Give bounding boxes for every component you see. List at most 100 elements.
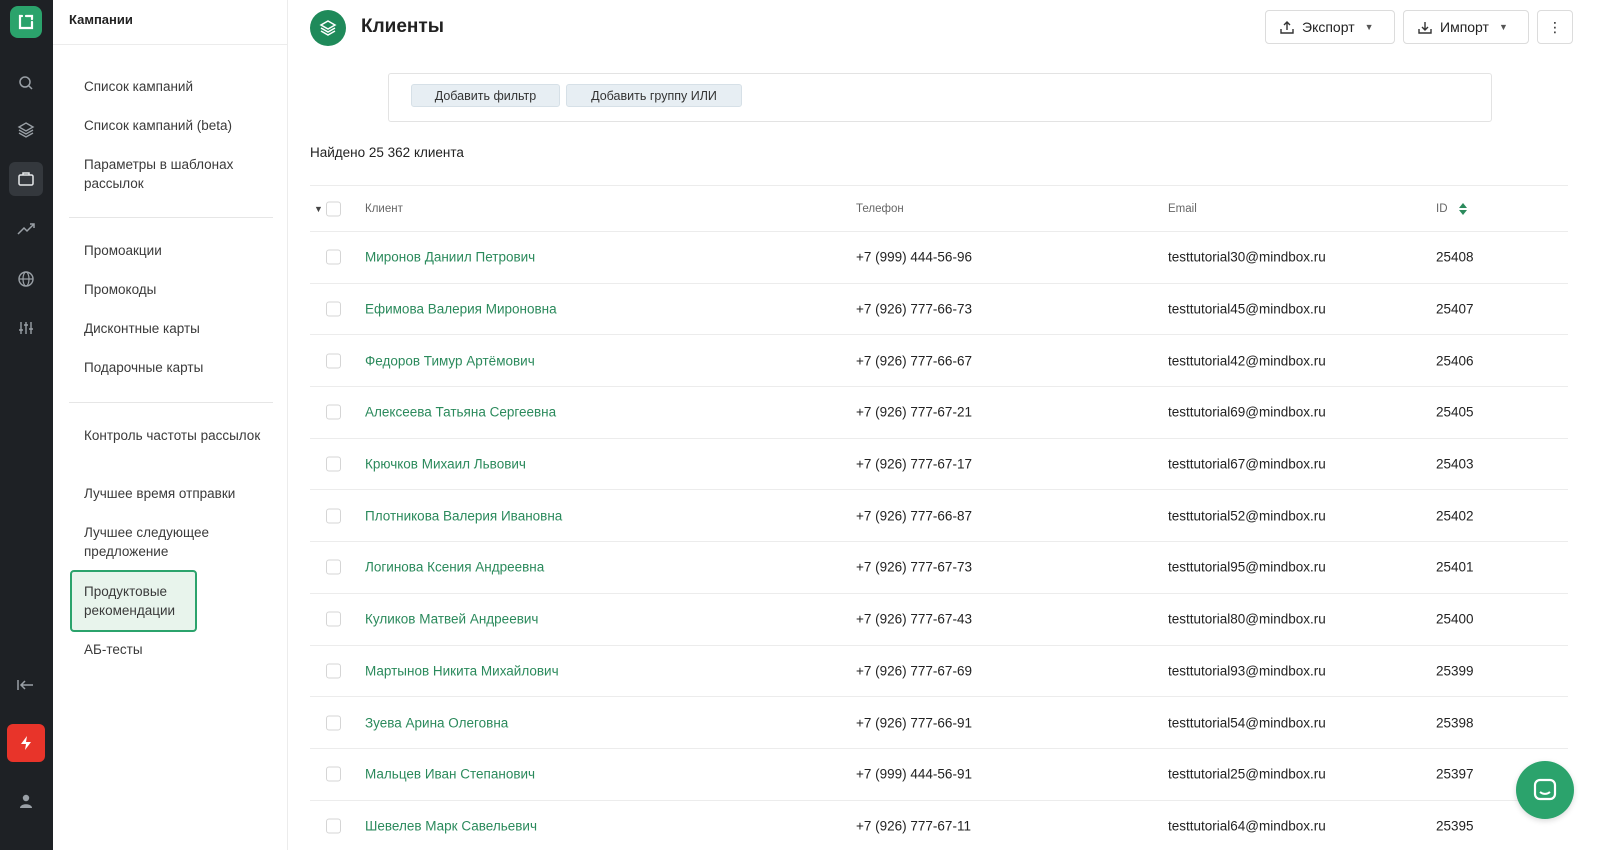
client-id: 25402 [1436,508,1474,524]
more-icon: ⋮ [1548,18,1562,35]
sidebar-item-gift-cards[interactable]: Подарочные карты [84,358,264,377]
client-email: testtutorial45@mindbox.ru [1168,301,1326,317]
table-row[interactable]: Плотникова Валерия Ивановна +7 (926) 777-… [310,490,1568,543]
chat-icon [1533,778,1557,801]
client-name-link[interactable]: Крючков Михаил Львович [365,457,526,472]
sidebar-item-promotions[interactable]: Промоакции [84,241,264,260]
client-id: 25406 [1436,353,1474,369]
client-phone: +7 (926) 777-66-87 [856,508,972,524]
sidebar-item-template-params[interactable]: Параметры в шаблонах рассылок [84,155,264,193]
add-or-group-button[interactable]: Добавить группу ИЛИ [566,84,742,107]
row-checkbox[interactable] [326,611,341,627]
client-phone: +7 (926) 777-67-73 [856,559,972,575]
client-phone: +7 (926) 777-66-73 [856,301,972,317]
client-name-link[interactable]: Куликов Матвей Андреевич [365,612,538,627]
sort-icon[interactable] [1458,202,1467,215]
client-name-link[interactable]: Ефимова Валерия Мироновна [365,302,557,317]
user-icon[interactable] [9,784,43,818]
table-row[interactable]: Зуева Арина Олеговна +7 (926) 777-66-91 te… [310,697,1568,749]
export-label: Экспорт [1302,19,1355,35]
sidebar-item-campaign-list-beta[interactable]: Список кампаний (beta) [84,116,264,135]
client-name-link[interactable]: Плотникова Валерия Ивановна [365,508,562,523]
clients-page-icon [310,10,346,46]
table-row[interactable]: Куликов Матвей Андреевич +7 (926) 777-67-… [310,594,1568,646]
client-name-link[interactable]: Мальцев Иван Степанович [365,767,535,782]
row-checkbox[interactable] [326,715,341,731]
chat-widget-button[interactable] [1516,761,1574,819]
client-name-link[interactable]: Мартынов Никита Михайлович [365,663,559,678]
sidebar-item-ab-tests[interactable]: АБ-тесты [84,640,264,659]
sidebar-item-frequency-control[interactable]: Контроль частоты рассылок [84,426,264,445]
layers-icon[interactable] [9,113,43,147]
client-name-link[interactable]: Шевелев Марк Савельевич [365,818,537,833]
logo-icon[interactable] [10,6,42,38]
search-icon[interactable] [9,66,43,100]
client-id: 25397 [1436,766,1474,782]
row-checkbox[interactable] [326,456,341,472]
table-row[interactable]: Федоров Тимур Артёмович +7 (926) 777-66-6… [310,335,1568,388]
client-phone: +7 (926) 777-66-67 [856,353,972,369]
client-id: 25398 [1436,715,1474,731]
add-filter-button[interactable]: Добавить фильтр [411,84,560,107]
client-name-link[interactable]: Федоров Тимур Артёмович [365,353,535,368]
select-all-checkbox[interactable] [326,201,341,216]
client-name-link[interactable]: Миронов Даниил Петрович [365,250,535,265]
table-row[interactable]: Алексеева Татьяна Сергеевна +7 (926) 777-… [310,387,1568,439]
table-row[interactable]: Мартынов Никита Михайлович +7 (926) 777-6… [310,646,1568,698]
upload-icon [1280,21,1294,34]
section-title: Кампании [69,12,133,27]
briefcase-icon[interactable] [9,162,43,196]
sidebar-item-product-recommendations[interactable]: Продуктовые рекомендации [70,570,197,632]
chevron-down-icon: ▼ [1498,22,1508,32]
export-button[interactable]: Экспорт ▼ [1265,10,1395,44]
client-email: testtutorial30@mindbox.ru [1168,249,1326,265]
table-row[interactable]: Мальцев Иван Степанович +7 (999) 444-56-9… [310,749,1568,801]
client-name-link[interactable]: Логинова Ксения Андреевна [365,560,544,575]
row-checkbox[interactable] [326,301,341,317]
row-checkbox[interactable] [326,249,341,265]
client-phone: +7 (999) 444-56-96 [856,249,972,265]
trend-icon[interactable] [9,212,43,246]
chevron-down-icon[interactable]: ▼ [314,204,323,214]
row-checkbox[interactable] [326,818,341,834]
client-id: 25395 [1436,818,1474,834]
client-id: 25401 [1436,559,1474,575]
import-button[interactable]: Импорт ▼ [1403,10,1529,44]
row-checkbox[interactable] [326,766,341,782]
column-header-id[interactable]: ID [1436,202,1467,215]
divider [53,44,288,45]
client-name-link[interactable]: Алексеева Татьяна Сергеевна [365,405,556,420]
section-sidebar: Кампании Список кампаний Список кампаний… [53,0,288,850]
row-checkbox[interactable] [326,353,341,369]
client-email: testtutorial69@mindbox.ru [1168,404,1326,420]
client-email: testtutorial64@mindbox.ru [1168,818,1326,834]
page-title: Клиенты [361,16,444,37]
sidebar-item-promocodes[interactable]: Промокоды [84,280,264,299]
client-phone: +7 (999) 444-56-91 [856,766,972,782]
client-phone: +7 (926) 777-67-17 [856,456,972,472]
sidebar-item-campaign-list[interactable]: Список кампаний [84,77,264,96]
more-menu-button[interactable]: ⋮ [1537,10,1573,44]
table-row[interactable]: Крючков Михаил Львович +7 (926) 777-67-17… [310,439,1568,491]
globe-icon[interactable] [9,262,43,296]
bolt-icon[interactable] [7,724,45,762]
sidebar-item-best-send-time[interactable]: Лучшее время отправки [84,484,264,503]
row-checkbox[interactable] [326,559,341,575]
sidebar-item-discount-cards[interactable]: Дисконтные карты [84,319,264,338]
client-email: testtutorial52@mindbox.ru [1168,508,1326,524]
table-body: Миронов Даниил Петрович +7 (999) 444-56-9… [310,232,1568,850]
table-row[interactable]: Миронов Даниил Петрович +7 (999) 444-56-9… [310,232,1568,284]
row-checkbox[interactable] [326,404,341,420]
sliders-icon[interactable] [9,311,43,345]
table-row[interactable]: Ефимова Валерия Мироновна +7 (926) 777-66… [310,284,1568,336]
column-header-phone[interactable]: Телефон [856,203,904,215]
row-checkbox[interactable] [326,508,341,524]
column-header-email[interactable]: Email [1168,203,1197,215]
client-name-link[interactable]: Зуева Арина Олеговна [365,715,508,730]
column-header-client[interactable]: Клиент [365,203,403,215]
table-row[interactable]: Логинова Ксения Андреевна +7 (926) 777-67… [310,542,1568,594]
row-checkbox[interactable] [326,663,341,679]
sidebar-item-next-best-offer[interactable]: Лучшее следующее предложение [84,523,264,561]
table-row[interactable]: Шевелев Марк Савельевич +7 (926) 777-67-1… [310,801,1568,850]
collapse-icon[interactable] [9,668,43,702]
